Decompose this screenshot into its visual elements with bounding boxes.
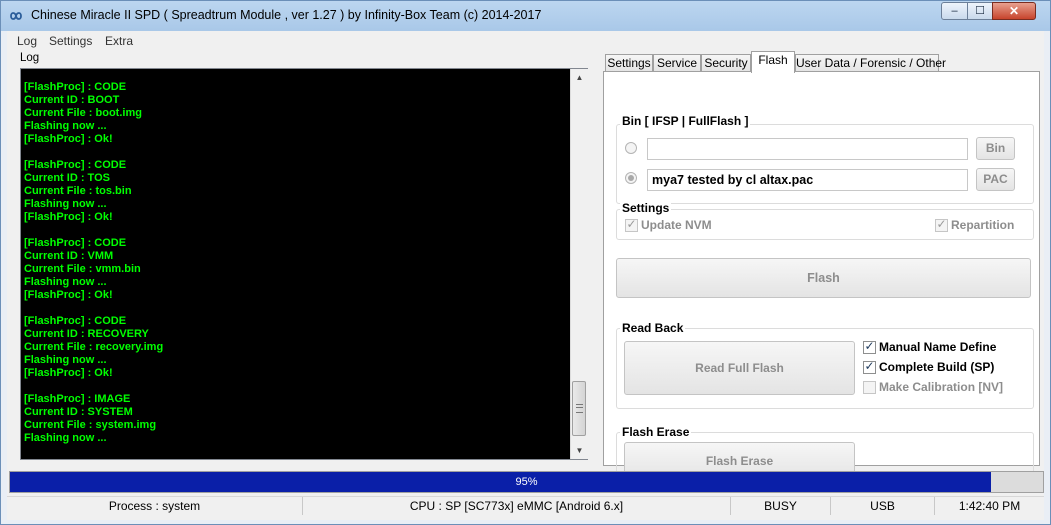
pac-radio[interactable]: [625, 172, 637, 184]
log-line: Current File : system.img: [24, 419, 157, 431]
tab-settings[interactable]: Settings: [605, 54, 653, 72]
update-nvm-label: Update NVM: [641, 218, 712, 232]
menu-log[interactable]: Log: [17, 34, 37, 48]
grip-icon: [576, 404, 583, 413]
scroll-up-icon[interactable]: ▲: [571, 69, 588, 86]
checkmark-icon: ✓: [864, 339, 875, 353]
settings-group-title: Settings: [620, 201, 672, 215]
menu-extra[interactable]: Extra: [105, 34, 133, 48]
log-line: Current ID : SYSTEM: [24, 406, 133, 418]
log-line: [FlashProc] : CODE: [24, 237, 127, 249]
status-bar: Process : system CPU : SP [SC773x] eMMC …: [7, 496, 1044, 515]
bin-button[interactable]: Bin: [976, 137, 1015, 160]
bin-path-field[interactable]: [647, 138, 968, 160]
tab-security[interactable]: Security: [701, 54, 751, 72]
client-area: Log Settings Extra Log [FlashProc] : COD…: [7, 31, 1044, 520]
pac-button[interactable]: PAC: [976, 168, 1015, 191]
tab-strip: Settings Service Security Flash User Dat…: [605, 51, 1035, 73]
checkmark-icon: ✓: [936, 217, 947, 231]
update-nvm-checkbox[interactable]: ✓: [625, 217, 638, 232]
log-line: [FlashProc] : Ok!: [24, 211, 113, 223]
readback-group-title: Read Back: [620, 321, 686, 335]
maximize-icon: ☐: [975, 5, 985, 17]
flash-tab-panel: Bin [ IFSP | FullFlash ] Bin mya7 tested…: [603, 71, 1040, 488]
menu-bar: Log Settings Extra: [7, 31, 1044, 50]
status-process: Process : system: [7, 497, 303, 515]
checkmark-icon: ✓: [864, 359, 875, 373]
minimize-icon: –: [951, 5, 958, 17]
repartition-label: Repartition: [951, 218, 1015, 232]
status-state: BUSY: [731, 497, 831, 515]
progress-bar: 95%: [9, 471, 1044, 493]
minimize-button[interactable]: –: [941, 2, 968, 20]
close-icon: ✕: [1008, 4, 1020, 18]
erase-group-title: Flash Erase: [620, 425, 692, 439]
menu-settings[interactable]: Settings: [49, 34, 92, 48]
log-text: [FlashProc] : CODE Current ID : BOOT Curre…: [24, 81, 569, 459]
log-line: Current ID : VMM: [24, 250, 114, 262]
bin-group: [616, 124, 1034, 204]
repartition-checkbox[interactable]: ✓: [935, 217, 948, 232]
log-line: Current ID : BOOT: [24, 94, 120, 106]
title-bar[interactable]: Chinese Miracle II SPD ( Spreadtrum Modu…: [1, 1, 1050, 31]
log-line: Current File : tos.bin: [24, 185, 132, 197]
log-line: [FlashProc] : IMAGE: [24, 393, 131, 405]
scroll-down-icon[interactable]: ▼: [571, 442, 588, 459]
close-button[interactable]: ✕: [992, 2, 1036, 20]
make-calibration-checkbox[interactable]: [863, 381, 876, 394]
pac-path-field[interactable]: mya7 tested by cl altax.pac: [647, 169, 968, 191]
log-line: [FlashProc] : Ok!: [24, 133, 113, 145]
log-line: Flashing now ...: [24, 354, 107, 366]
maximize-button[interactable]: ☐: [967, 2, 993, 20]
log-line: Flashing now ...: [24, 198, 107, 210]
progress-label: 95%: [515, 476, 538, 488]
log-line: Flashing now ...: [24, 432, 107, 444]
read-full-flash-button[interactable]: Read Full Flash: [624, 341, 855, 395]
log-line: [FlashProc] : CODE: [24, 315, 127, 327]
flash-button[interactable]: Flash: [616, 258, 1031, 298]
log-line: [FlashProc] : Ok!: [24, 289, 113, 301]
log-line: Current File : recovery.img: [24, 341, 164, 353]
bin-group-title: Bin [ IFSP | FullFlash ]: [620, 114, 751, 128]
log-scrollbar[interactable]: ▲ ▼: [570, 69, 588, 459]
log-line: [FlashProc] : Ok!: [24, 367, 113, 379]
status-cpu: CPU : SP [SC773x] eMMC [Android 6.x]: [303, 497, 731, 515]
tab-user-data[interactable]: User Data / Forensic / Other: [795, 54, 946, 72]
bin-radio[interactable]: [625, 142, 637, 154]
log-line: Flashing now ...: [24, 276, 107, 288]
log-line: [FlashProc] : CODE: [24, 159, 127, 171]
tab-service[interactable]: Service: [653, 54, 701, 72]
window-title: Chinese Miracle II SPD ( Spreadtrum Modu…: [31, 8, 542, 22]
manual-name-define-label: Manual Name Define: [879, 340, 997, 354]
complete-build-label: Complete Build (SP): [879, 360, 995, 374]
main-window: Chinese Miracle II SPD ( Spreadtrum Modu…: [0, 0, 1051, 525]
log-line: Flashing now ...: [24, 120, 107, 132]
complete-build-checkbox[interactable]: ✓: [863, 359, 876, 374]
infinity-logo-icon: [10, 12, 22, 20]
tab-flash[interactable]: Flash: [751, 51, 795, 73]
checkmark-icon: ✓: [626, 217, 637, 231]
log-panel[interactable]: [FlashProc] : CODE Current ID : BOOT Curre…: [20, 68, 588, 460]
make-calibration-label: Make Calibration [NV]: [879, 380, 1004, 394]
status-time: 1:42:40 PM: [958, 499, 1021, 513]
log-line: Current ID : RECOVERY: [24, 328, 149, 340]
status-connection: USB: [831, 497, 935, 515]
log-line: [FlashProc] : CODE: [24, 81, 127, 93]
log-line: Current File : boot.img: [24, 107, 142, 119]
log-line: Current File : vmm.bin: [24, 263, 141, 275]
scroll-thumb[interactable]: [572, 381, 586, 436]
manual-name-define-checkbox[interactable]: ✓: [863, 339, 876, 354]
log-label: Log: [20, 52, 40, 64]
log-line: Current ID : TOS: [24, 172, 110, 184]
